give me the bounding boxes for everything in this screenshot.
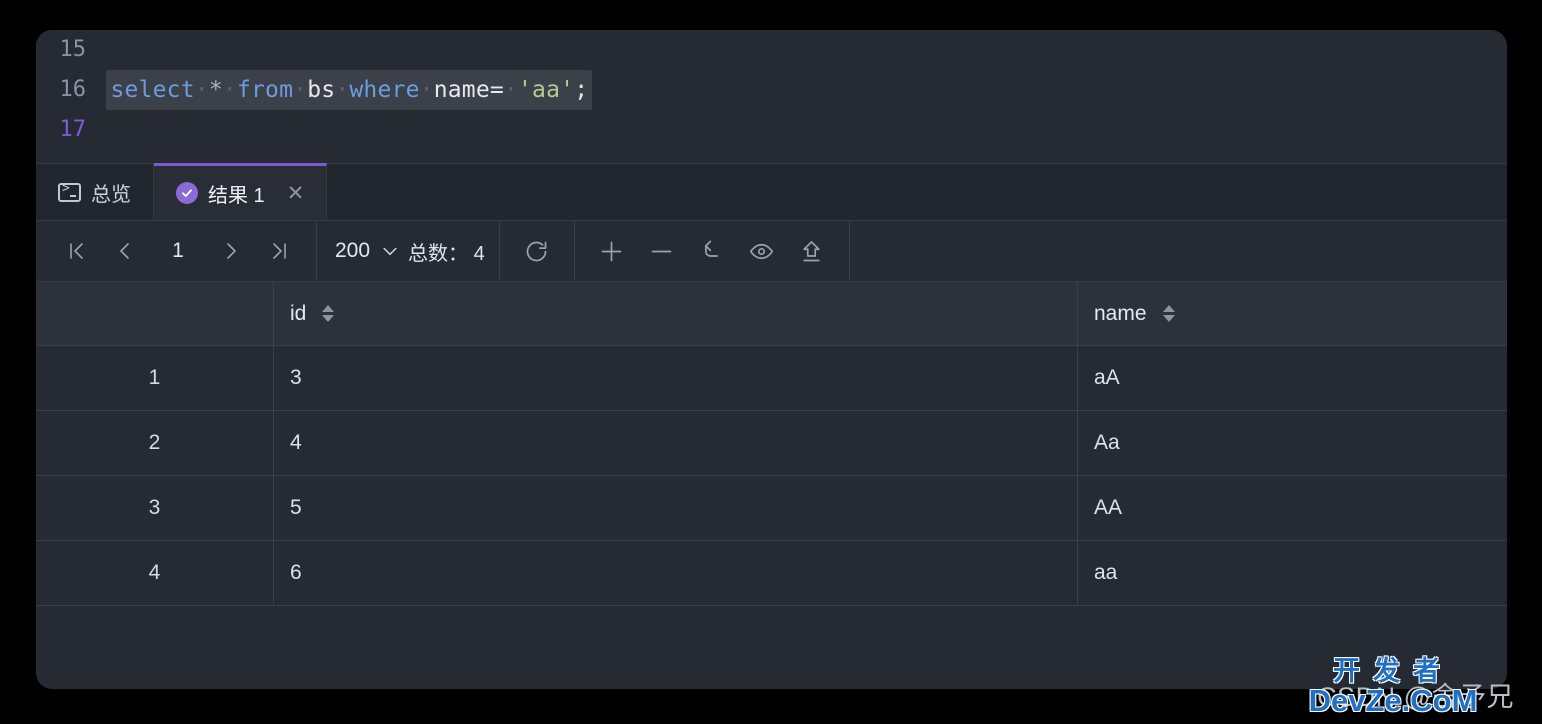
sql-space-dot: · [419,77,434,103]
cell-name[interactable]: Aa [1078,411,1507,475]
total-count-label: 总数： 4 [408,242,485,265]
sql-token-star: * [208,77,223,103]
page-size-select[interactable]: 200 [331,239,404,263]
refresh-icon[interactable] [514,231,560,271]
sql-result-panel: 15 16 select·*·from·bs·where·name=·'aa';… [36,30,1507,689]
page-size-value: 200 [335,239,371,262]
sort-toggle-name[interactable] [1162,305,1175,322]
line-number-15: 15 [59,37,87,62]
result-tabbar: 总览 结果 1 ✕ [36,163,1507,221]
grid-header-name[interactable]: name [1078,282,1507,345]
check-circle-icon [176,182,198,204]
delete-row-icon[interactable] [639,231,685,271]
refresh-group [500,221,575,281]
add-row-icon[interactable] [589,231,635,271]
tab-result-1[interactable]: 结果 1 ✕ [154,163,328,220]
sql-token-string: 'aa' [518,77,575,103]
sql-token-table: bs [307,77,336,103]
cell-id[interactable]: 6 [274,541,1078,605]
sql-space-dot: · [222,77,237,103]
table-row[interactable]: 4 6 aa [36,541,1507,606]
grid-header-id-label: id [290,301,307,325]
row-index: 1 [36,346,274,410]
toolbar-filler [850,221,1507,281]
table-row[interactable]: 2 4 Aa [36,411,1507,476]
screenshot-root: 15 16 select·*·from·bs·where·name=·'aa';… [0,0,1542,724]
first-page-icon[interactable] [54,231,100,271]
code-line-16[interactable]: 16 select·*·from·bs·where·name=·'aa'; [36,70,1507,110]
tab-overview-label: 总览 [91,183,131,206]
page-number-input[interactable]: 1 [150,239,206,263]
cell-name[interactable]: aa [1078,541,1507,605]
sql-space-dot: · [293,77,308,103]
sql-token-from: from [236,77,294,103]
row-index: 2 [36,411,274,475]
last-page-icon[interactable] [256,231,302,271]
tabbar-filler [327,164,1507,220]
grid-toolbar: 1 200 总数： 4 [36,221,1507,282]
code-line-17[interactable]: 17 [36,110,1507,150]
sql-statement[interactable]: select·*·from·bs·where·name=·'aa'; [106,70,593,110]
grid-header-rownum [36,282,274,345]
tab-result-1-label: 结果 1 [208,184,265,207]
grid-empty-space [36,606,1507,666]
sql-space-dot: · [335,77,350,103]
preview-icon[interactable] [739,231,785,271]
prev-page-icon[interactable] [102,231,148,271]
close-icon[interactable]: ✕ [287,183,305,204]
cell-id[interactable]: 5 [274,476,1078,540]
cell-name[interactable]: aA [1078,346,1507,410]
tab-overview[interactable]: 总览 [36,164,154,220]
csdn-watermark: CSDN @舍予兄 [1317,682,1514,712]
line-number-17: 17 [59,117,87,142]
table-row[interactable]: 1 3 aA [36,346,1507,411]
sql-token-predicate: name= [433,77,504,103]
sort-toggle-id[interactable] [322,305,335,322]
sql-space-dot: · [194,77,209,103]
sql-token-where: where [349,77,420,103]
cell-id[interactable]: 3 [274,346,1078,410]
terminal-icon [58,181,81,202]
cell-id[interactable]: 4 [274,411,1078,475]
row-index: 3 [36,476,274,540]
row-actions-group [575,221,850,281]
pagination-group: 1 [36,221,317,281]
table-row[interactable]: 3 5 AA [36,476,1507,541]
result-grid: id name 1 3 aA 2 4 Aa 3 5 AA 4 6 aa [36,282,1507,666]
page-size-group: 200 总数： 4 [317,221,500,281]
row-index: 4 [36,541,274,605]
next-page-icon[interactable] [208,231,254,271]
line-number-16: 16 [59,77,87,102]
code-line-15[interactable]: 15 [36,30,1507,70]
undo-icon[interactable] [689,231,735,271]
grid-header-id[interactable]: id [274,282,1078,345]
sql-token-semicolon: ; [574,77,589,103]
cell-name[interactable]: AA [1078,476,1507,540]
sql-token-select: select [110,77,195,103]
chevron-down-icon [383,247,397,256]
sql-space-dot: · [503,77,518,103]
submit-icon[interactable] [789,231,835,271]
grid-header-row: id name [36,282,1507,346]
grid-header-name-label: name [1094,301,1147,325]
sql-editor[interactable]: 15 16 select·*·from·bs·where·name=·'aa';… [36,30,1507,163]
